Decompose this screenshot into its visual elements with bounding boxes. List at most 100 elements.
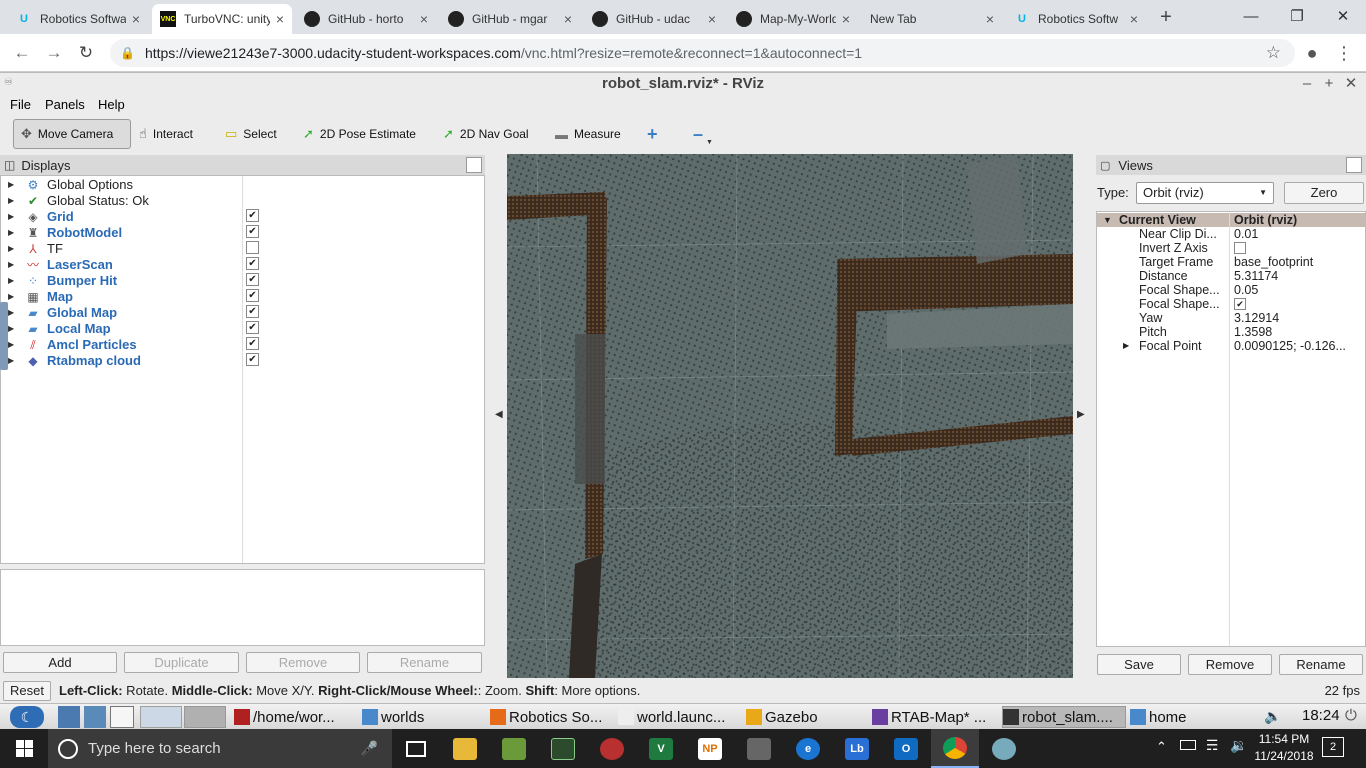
tab-close-icon[interactable]: × xyxy=(132,11,140,27)
display-enabled-checkbox[interactable]: ✔ xyxy=(246,273,259,286)
reset-button[interactable]: Reset xyxy=(3,681,51,701)
battery-icon[interactable] xyxy=(1180,740,1196,750)
spreadsheet-app-icon[interactable] xyxy=(490,729,538,768)
menu-dots-icon[interactable]: ⋮ xyxy=(1332,41,1356,65)
tab-close-icon[interactable]: × xyxy=(708,11,716,27)
rviz-3d-viewport[interactable] xyxy=(507,154,1073,678)
view-property-row[interactable]: Pitch 1.3598 xyxy=(1097,325,1365,339)
view-property-row[interactable]: Target Frame base_footprint xyxy=(1097,255,1365,269)
collapse-left-panel-icon[interactable]: ◀ xyxy=(495,409,503,420)
workspace-2[interactable] xyxy=(184,706,226,728)
menu-file[interactable]: File xyxy=(10,97,31,112)
view-property-value[interactable]: 0.0090125; -0.126... xyxy=(1234,339,1365,353)
lb-app-icon[interactable]: Lb xyxy=(833,729,881,768)
tool-dropdown-arrow-icon[interactable]: ▼ xyxy=(706,139,713,146)
launcher-terminal-icon[interactable] xyxy=(84,706,106,728)
display-enabled-checkbox[interactable]: ✔ xyxy=(246,305,259,318)
close-window-button[interactable]: ✕ xyxy=(1320,0,1366,32)
terminal-app-icon[interactable] xyxy=(539,729,587,768)
paint-app-icon[interactable] xyxy=(980,729,1028,768)
profile-icon[interactable]: ● xyxy=(1300,41,1324,65)
tool-measure[interactable]: ▬ Measure xyxy=(548,119,628,149)
windows-start-icon[interactable] xyxy=(0,729,48,768)
url-field[interactable]: 🔒 https://viewe21243e7-3000.udacity-stud… xyxy=(110,39,1295,67)
tab-close-icon[interactable]: × xyxy=(420,11,428,27)
launcher-window-icon[interactable] xyxy=(110,706,134,728)
browser-tab[interactable]: GitHub - mgar × xyxy=(440,4,580,34)
view-property-value[interactable]: base_footprint xyxy=(1234,255,1365,269)
expand-arrow-icon[interactable]: ▶ xyxy=(8,289,14,305)
windows-search-box[interactable]: Type here to search 🎤 xyxy=(48,729,392,768)
menu-help[interactable]: Help xyxy=(98,97,125,112)
tool-interact[interactable]: ☝ Interact xyxy=(132,119,200,149)
browser-tab[interactable]: Map-My-World × xyxy=(728,4,858,34)
rviz-minimize-icon[interactable]: – xyxy=(1298,73,1316,95)
view-property-row[interactable]: ▶ Focal Point 0.0090125; -0.126... xyxy=(1097,339,1365,353)
panel-task[interactable]: world.launc... xyxy=(618,706,738,728)
tab-close-icon[interactable]: × xyxy=(276,11,284,27)
excel-app-icon[interactable]: V xyxy=(637,729,685,768)
back-icon[interactable]: ← xyxy=(10,41,34,65)
remove-view-button[interactable]: Remove xyxy=(1188,654,1272,675)
chrome-app-icon[interactable] xyxy=(931,729,979,768)
tool-2d-nav-goal[interactable]: ➚ 2D Nav Goal xyxy=(436,119,536,149)
view-property-row[interactable]: Focal Shape... 0.05 xyxy=(1097,283,1365,297)
tool-move-camera[interactable]: ✥ Move Camera xyxy=(13,119,131,149)
edge-browser-icon[interactable]: e xyxy=(784,729,832,768)
bookmark-star-icon[interactable]: ☆ xyxy=(1266,43,1281,63)
expand-arrow-icon[interactable]: ▼ xyxy=(1103,213,1112,227)
wifi-icon[interactable]: ☴ xyxy=(1206,737,1219,754)
views-undock-button[interactable] xyxy=(1346,157,1362,173)
expand-arrow-icon[interactable]: ▶ xyxy=(8,225,14,241)
add-tool-plus-icon[interactable]: + xyxy=(640,119,665,149)
minimize-window-button[interactable]: — xyxy=(1228,0,1274,32)
current-view-row[interactable]: ▼ Current View Orbit (rviz) xyxy=(1097,213,1365,227)
rename-display-button[interactable]: Rename xyxy=(367,652,482,673)
expand-arrow-icon[interactable]: ▶ xyxy=(8,273,14,289)
display-enabled-checkbox[interactable]: ✔ xyxy=(246,225,259,238)
duplicate-display-button[interactable]: Duplicate xyxy=(124,652,239,673)
3d-box-app-icon[interactable] xyxy=(735,729,783,768)
view-property-row[interactable]: Yaw 3.12914 xyxy=(1097,311,1365,325)
expand-arrow-icon[interactable]: ▶ xyxy=(8,321,14,337)
remove-display-button[interactable]: Remove xyxy=(246,652,360,673)
display-enabled-checkbox[interactable]: ✔ xyxy=(246,353,259,366)
displays-undock-button[interactable] xyxy=(466,157,482,173)
notification-center-icon[interactable]: 2 xyxy=(1322,737,1344,757)
browser-tab[interactable]: GitHub - horto × xyxy=(296,4,436,34)
add-display-button[interactable]: Add xyxy=(3,652,117,673)
expand-arrow-icon[interactable]: ▶ xyxy=(8,241,14,257)
expand-arrow-icon[interactable]: ▶ xyxy=(8,193,14,209)
display-enabled-checkbox[interactable]: ✔ xyxy=(246,209,259,222)
rename-view-button[interactable]: Rename xyxy=(1279,654,1363,675)
windows-clock[interactable]: 11:54 PM 11/24/2018 xyxy=(1250,731,1318,766)
microphone-icon[interactable]: 🎤 xyxy=(361,740,378,757)
tab-close-icon[interactable]: × xyxy=(842,11,850,27)
workspace-1[interactable] xyxy=(140,706,182,728)
view-property-value[interactable]: 0.01 xyxy=(1234,227,1365,241)
display-enabled-checkbox[interactable]: ✔ xyxy=(246,321,259,334)
expand-arrow-icon[interactable]: ▶ xyxy=(8,209,14,225)
task-view-icon[interactable] xyxy=(392,729,440,768)
menu-panels[interactable]: Panels xyxy=(45,97,85,112)
expand-arrow-icon[interactable]: ▶ xyxy=(1123,339,1129,353)
panel-task[interactable]: RTAB-Map* ... xyxy=(872,706,996,728)
view-property-checkbox[interactable]: ✔ xyxy=(1234,298,1246,310)
view-property-checkbox[interactable] xyxy=(1234,242,1246,254)
tab-close-icon[interactable]: × xyxy=(564,11,572,27)
view-property-value[interactable]: 0.05 xyxy=(1234,283,1365,297)
panel-task[interactable]: robot_slam.... xyxy=(1002,706,1126,728)
expand-arrow-icon[interactable]: ▶ xyxy=(8,337,14,353)
view-property-row[interactable]: Focal Shape... ✔ xyxy=(1097,297,1365,311)
new-tab-button[interactable]: + xyxy=(1155,6,1177,28)
restore-window-button[interactable]: ❐ xyxy=(1274,0,1320,32)
rviz-close-icon[interactable]: ✕ xyxy=(1342,73,1360,95)
view-type-select[interactable]: Orbit (rviz) ▼ xyxy=(1136,182,1274,204)
expand-arrow-icon[interactable]: ▶ xyxy=(8,305,14,321)
browser-tab[interactable]: U Robotics Software × xyxy=(8,4,148,34)
rviz-maximize-icon[interactable]: + xyxy=(1320,73,1338,95)
view-property-row[interactable]: Distance 5.31174 xyxy=(1097,269,1365,283)
panel-task[interactable]: worlds xyxy=(362,706,482,728)
volume-icon[interactable]: 🔈 xyxy=(1264,708,1281,725)
zero-view-button[interactable]: Zero xyxy=(1284,182,1364,204)
